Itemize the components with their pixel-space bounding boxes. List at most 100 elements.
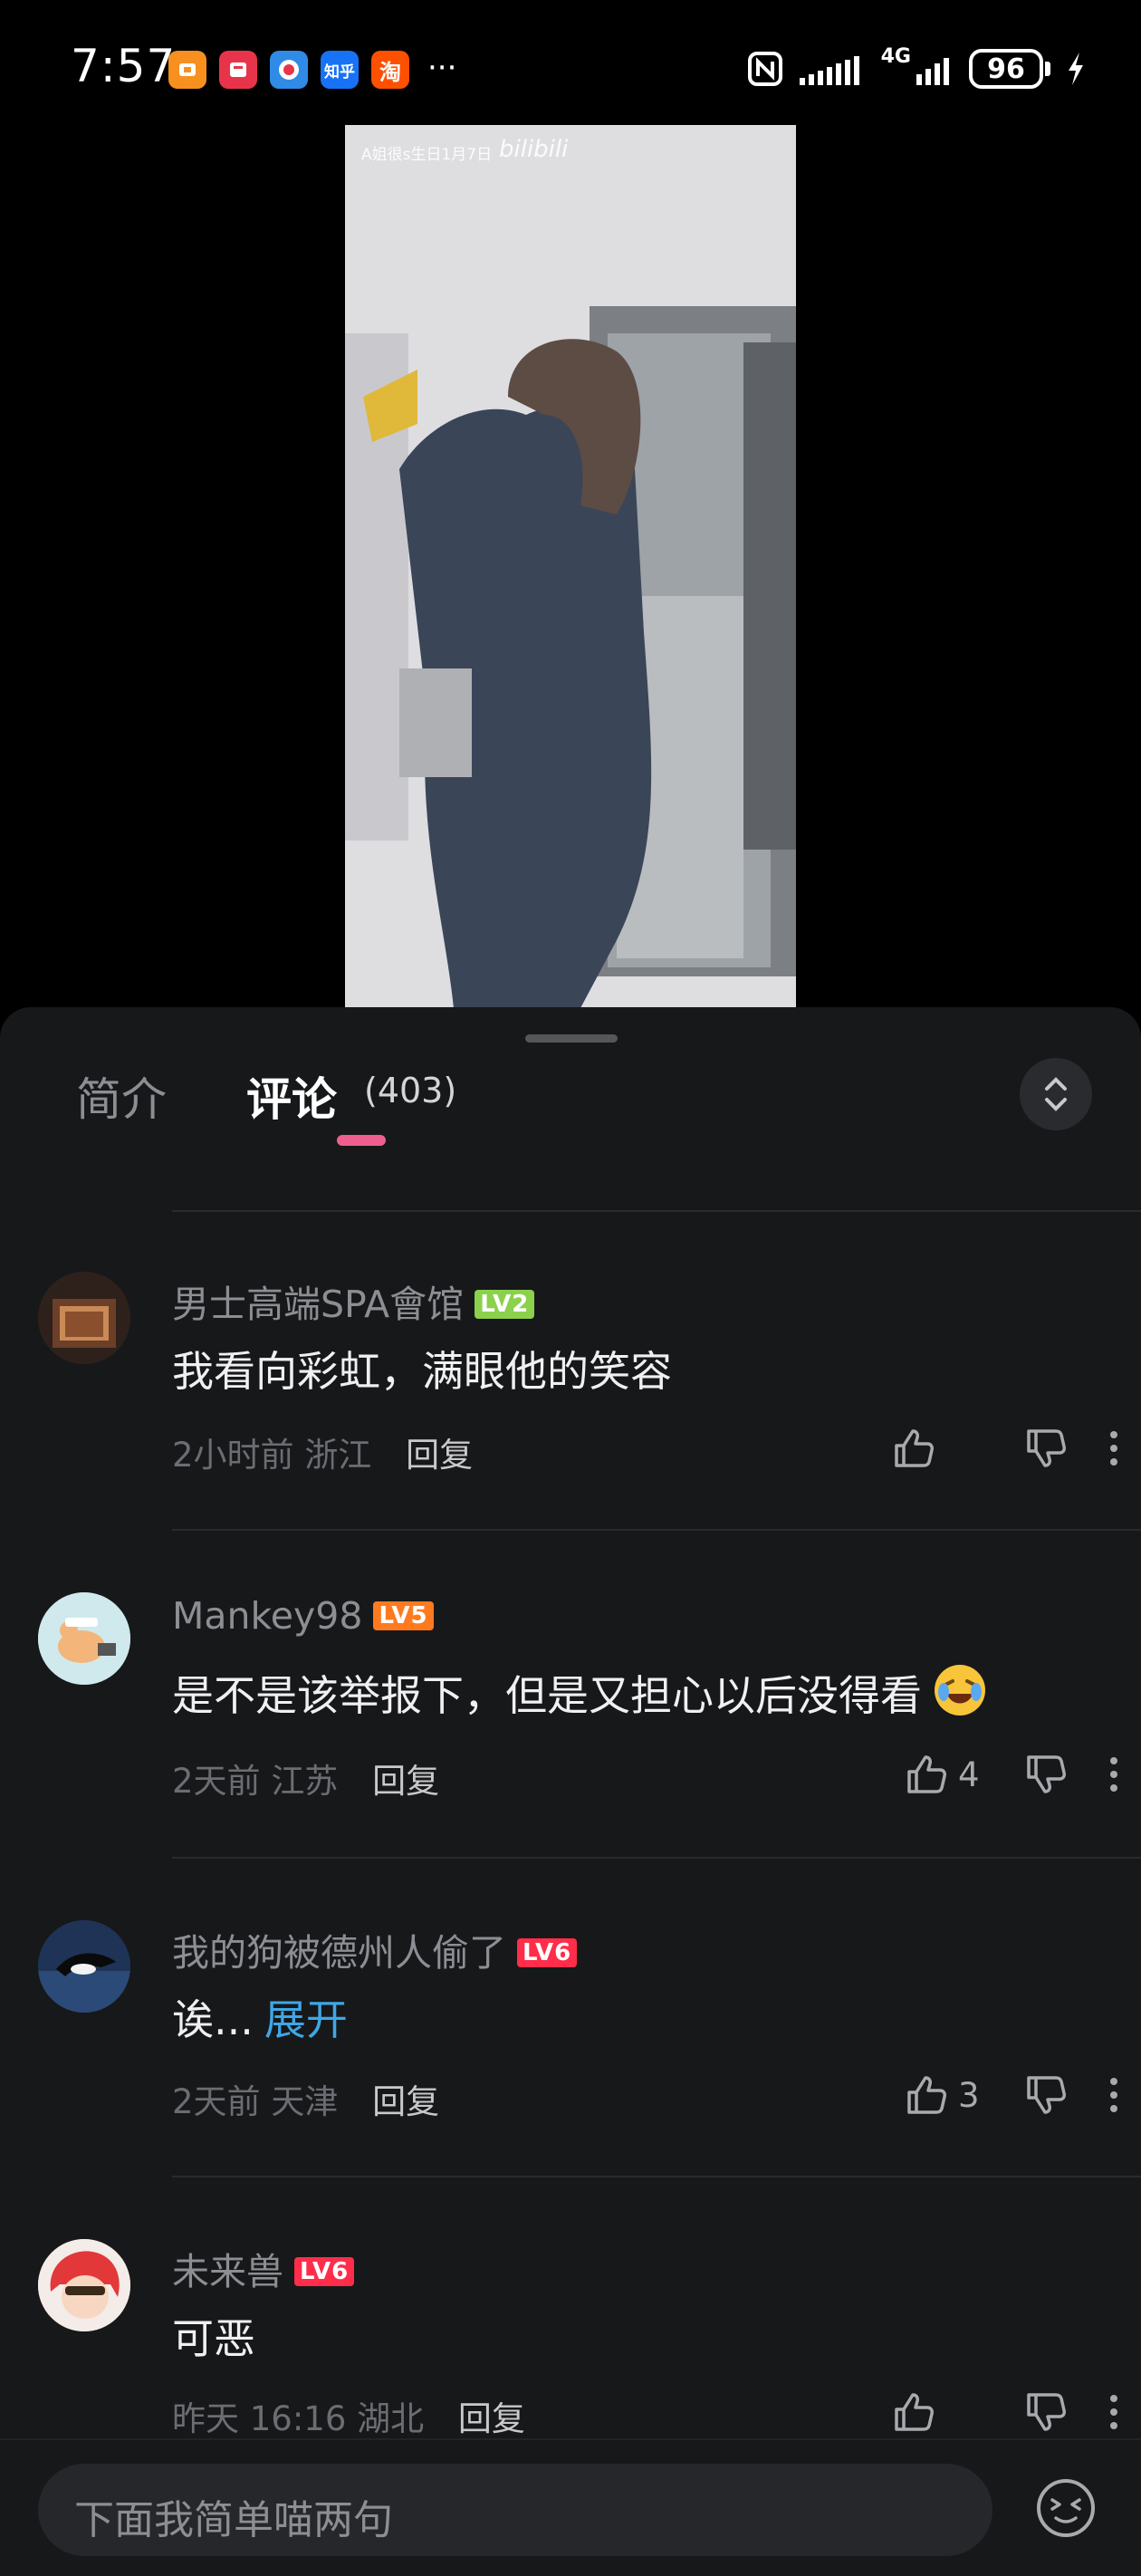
chevron-up-down-icon <box>1045 1077 1067 1111</box>
comment-username[interactable]: 男士高端SPA會馆 LV2 <box>172 1274 535 1328</box>
avatar[interactable] <box>38 1272 130 1364</box>
signal-icon <box>799 56 859 85</box>
video-player[interactable]: A姐很s生日1月7日 bilibili <box>345 125 796 1008</box>
thumbs-down-icon <box>1027 2076 1066 2114</box>
comment-actions <box>891 1426 1141 1471</box>
username-text: 未来兽 <box>172 2250 283 2293</box>
more-vertical-icon <box>1110 1431 1117 1466</box>
comment-item: 我的狗被德州人偷了 LV6 诶... 展开 2天前 天津 回复 3 <box>0 1857 1141 2177</box>
like-count: 4 <box>958 1754 980 1794</box>
comment-time: 2天前 <box>172 2082 261 2121</box>
signal-icon-2 <box>916 58 949 85</box>
comment-count: (403) <box>364 1071 457 1110</box>
comment-input[interactable]: 下面我简单喵两句 <box>38 2464 992 2556</box>
reply-button[interactable]: 回复 <box>458 2399 525 2438</box>
comment-sheet: 简介 评论 (403) 男士高端SPA會馆 LV2 我看向彩虹，满眼他的笑容 2小… <box>0 1007 1141 2576</box>
tab-intro[interactable]: 简介 <box>76 1063 167 1129</box>
like-count: 3 <box>958 2075 980 2115</box>
app-notification-icon <box>168 51 206 89</box>
more-notifications-icon: ··· <box>427 50 457 86</box>
thumbs-up-icon <box>907 2076 946 2114</box>
comment-time: 昨天 16:16 <box>172 2399 347 2438</box>
comment-text: 我看向彩虹，满眼他的笑容 <box>172 1347 672 1396</box>
thumbs-down-icon <box>1027 1755 1066 1793</box>
expand-link[interactable]: 展开 <box>264 1995 348 2044</box>
comment-text: 诶... 展开 <box>172 1987 348 2047</box>
like-button[interactable] <box>891 2389 969 2435</box>
tab-comments[interactable]: 评论 <box>246 1063 337 1129</box>
comment-meta: 2小时前 浙江 回复 <box>172 1427 473 1476</box>
thumbs-down-icon <box>1027 2393 1066 2431</box>
charging-icon <box>1069 53 1083 85</box>
avatar[interactable] <box>38 1920 130 2013</box>
reply-button[interactable]: 回复 <box>406 1436 473 1475</box>
more-options-button[interactable] <box>1087 1756 1141 1793</box>
level-badge: LV6 <box>517 1938 578 1967</box>
thumbs-up-icon <box>895 1429 934 1467</box>
battery-tip <box>1045 62 1050 76</box>
status-time: 7:57 <box>71 40 177 92</box>
dislike-button[interactable] <box>1023 1752 1069 1797</box>
comment-actions: 4 <box>904 1752 1141 1797</box>
emoji-icon <box>1037 2479 1095 2537</box>
username-text: 男士高端SPA會馆 <box>172 1283 465 1326</box>
thumbs-up-icon <box>895 2393 934 2431</box>
status-bar: 7:57 知乎 淘 ··· 4G 96 <box>0 0 1141 136</box>
comment-text: 是不是该举报下，但是又担心以后没得看 <box>172 1661 989 1729</box>
comment-item: Mankey98 LV5 是不是该举报下，但是又担心以后没得看 2天前 江苏 回复… <box>0 1529 1141 1859</box>
comment-location: 湖北 <box>357 2399 425 2438</box>
comment-actions: 3 <box>904 2072 1141 2118</box>
comment-meta: 昨天 16:16 湖北 回复 <box>172 2391 525 2440</box>
more-vertical-icon <box>1110 2078 1117 2112</box>
dislike-button[interactable] <box>1023 2389 1069 2435</box>
like-button[interactable]: 3 <box>904 2072 982 2118</box>
comment-meta: 2天前 天津 回复 <box>172 2074 439 2123</box>
thumbs-down-icon <box>1027 1429 1066 1467</box>
comment-time: 2小时前 <box>172 1436 294 1475</box>
comment-input-placeholder: 下面我简单喵两句 <box>74 2497 393 2543</box>
comment-username[interactable]: 未来兽 LV6 <box>172 2241 355 2295</box>
sheet-drag-handle[interactable] <box>525 1034 618 1043</box>
avatar[interactable] <box>38 1592 130 1685</box>
level-badge: LV6 <box>294 2257 355 2286</box>
comment-location: 浙江 <box>304 1436 372 1475</box>
avatar[interactable] <box>38 2239 130 2331</box>
comment-username[interactable]: 我的狗被德州人偷了 LV6 <box>172 1922 578 1976</box>
network-type: 4G <box>880 45 911 68</box>
comment-username[interactable]: Mankey98 LV5 <box>172 1594 434 1638</box>
status-indicators: 4G 96 <box>747 45 1087 89</box>
more-options-button[interactable] <box>1087 2394 1141 2430</box>
reply-button[interactable]: 回复 <box>372 1762 439 1801</box>
tab-active-indicator <box>337 1135 386 1146</box>
comment-text-body: 诶... <box>172 1995 254 2044</box>
app-notification-icon <box>270 51 308 89</box>
expand-sheet-button[interactable] <box>1020 1058 1092 1130</box>
video-frame <box>345 125 796 1008</box>
like-button[interactable] <box>891 1426 969 1471</box>
more-options-button[interactable] <box>1087 1430 1141 1466</box>
taobao-app-icon: 淘 <box>371 51 409 89</box>
battery-indicator: 96 <box>969 49 1043 89</box>
level-badge: LV2 <box>475 1290 535 1319</box>
more-options-button[interactable] <box>1087 2077 1141 2113</box>
comment-actions <box>891 2389 1141 2435</box>
username-text: 我的狗被德州人偷了 <box>172 1931 506 1975</box>
reply-button[interactable]: 回复 <box>372 2082 439 2121</box>
thumbs-up-icon <box>907 1755 946 1793</box>
laughing-emoji-icon <box>931 1661 989 1729</box>
comment-location: 天津 <box>271 2082 339 2121</box>
comment-location: 江苏 <box>271 1762 339 1801</box>
like-button[interactable]: 4 <box>904 1752 982 1797</box>
zhihu-app-icon: 知乎 <box>321 51 359 89</box>
notification-app-icons: 知乎 淘 ··· <box>168 51 456 89</box>
more-vertical-icon <box>1110 2395 1117 2429</box>
comment-input-bar: 下面我简单喵两句 <box>0 2438 1141 2576</box>
emoji-button[interactable] <box>1034 2476 1098 2540</box>
dislike-button[interactable] <box>1023 1426 1069 1471</box>
comment-text-body: 是不是该举报下，但是又担心以后没得看 <box>172 1671 922 1720</box>
comment-text: 可恶 <box>172 2314 255 2363</box>
comment-time: 2天前 <box>172 1762 261 1801</box>
dislike-button[interactable] <box>1023 2072 1069 2118</box>
nfc-icon <box>747 52 782 86</box>
more-vertical-icon <box>1110 1757 1117 1792</box>
